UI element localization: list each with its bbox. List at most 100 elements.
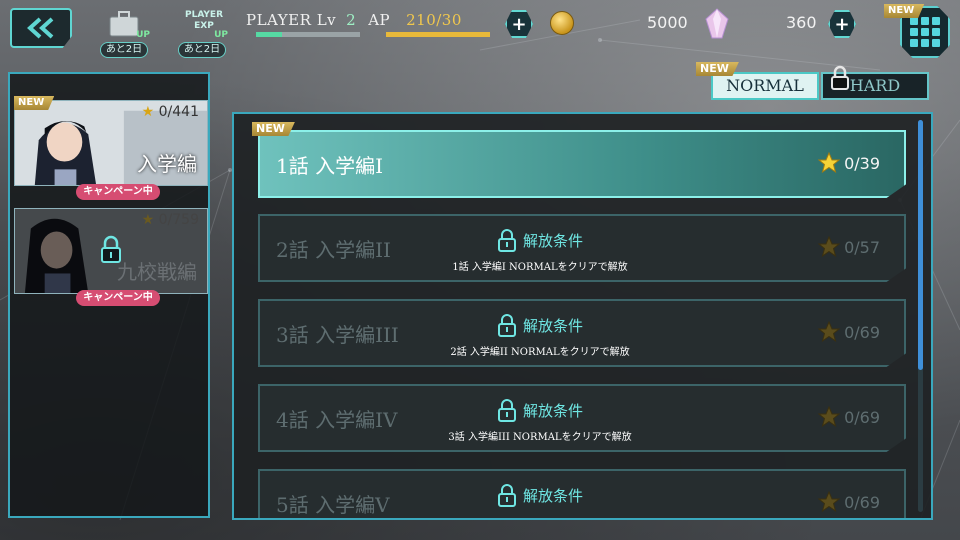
episode-stars-value: 0/69 [844,492,880,512]
unlock-condition-label: 解放条件 [522,486,583,505]
lock-icon [101,235,121,263]
episode-title: 4話 入学編IV [276,408,398,432]
unlock-condition-label: 解放条件 [522,231,583,250]
plus-icon: + [511,13,527,35]
menu-grid-dot [910,28,918,36]
lock-icon [497,484,516,507]
episode-stars: 0/57 [818,236,880,258]
episode-1[interactable]: 1話 入学編I 0/39 [258,130,906,198]
exp-boost[interactable]: PLAYER EXP UP あと2日 [172,10,232,58]
arc-title: 九校戦編 [117,260,197,284]
episode-5[interactable]: 5話 入学編V 解放条件 0/69 [258,469,906,518]
up-indicator: UP [136,30,150,40]
menu-grid-dot [921,28,929,36]
episode-2[interactable]: 2話 入学編II 解放条件 1話 入学編I NORMALをクリアで解放 0/57 [258,214,906,282]
unlock-condition-text: 1話 入学編I NORMALをクリアで解放 [452,262,628,273]
tab-normal-label: NORMAL [726,76,804,95]
normal-new-badge: NEW [696,62,739,76]
arc-stars-value: 0/441 [158,104,199,120]
arc-title: 入学編 [137,152,197,176]
menu-grid-dot [921,17,929,25]
episode-stars: 0/69 [818,321,880,343]
episode-stars: 0/39 [818,152,880,174]
episode-stars-value: 0/39 [844,153,880,173]
menu-grid-dot [932,17,940,25]
item-boost[interactable]: UP あと2日 [94,10,154,58]
unlock-condition-title: 解放条件 [420,228,660,252]
episode-stars: 0/69 [818,491,880,513]
unlock-condition: 解放条件 [420,483,660,507]
up-indicator: UP [214,30,228,40]
gem-icon [705,8,729,39]
star-icon [818,236,841,258]
tab-hard[interactable]: HARD [821,65,929,100]
player-level: 2 [346,11,357,29]
menu-grid-dot [932,39,940,47]
gem-count: 360 [786,13,817,32]
campaign-badge: キャンペーン中 [76,290,160,306]
money-count: 5000 [647,13,688,32]
arc-list-panel: ★ 0/441 入学編 NEW キャンペーン中 ★ 0/759 九校戦編 キャン… [8,72,210,518]
star-icon: ★ [141,104,155,120]
star-icon: ★ [141,212,155,228]
unlock-condition-title: 解放条件 [420,313,660,337]
episode-stars-value: 0/69 [844,322,880,342]
unlock-condition-text: 3話 入学編III NORMALをクリアで解放 [448,432,632,443]
episode-stars-value: 0/57 [844,237,880,257]
episode-stars-value: 0/69 [844,407,880,427]
unlock-condition-label: 解放条件 [522,316,583,335]
arc-stars-value: 0/759 [158,212,199,228]
unlock-condition-title: 解放条件 [420,398,660,422]
star-icon [818,406,841,428]
arc-card-kyukousen[interactable]: ★ 0/759 九校戦編 [14,208,208,294]
unlock-condition-label: 解放条件 [522,401,583,420]
ap-value: 210/30 [406,11,462,29]
coin-icon [550,11,574,35]
exp-progress-bar [256,32,360,37]
item-boost-remaining: あと2日 [100,42,148,58]
double-chevron-left-icon [27,17,54,39]
menu-grid-dot [910,39,918,47]
unlock-condition-title: 解放条件 [420,483,660,507]
tab-hard-label: HARD [849,76,901,95]
tab-normal[interactable]: NORMAL [711,72,819,100]
menu-grid-icon [910,17,918,25]
episode-scrollbar[interactable] [918,120,923,512]
ap-progress-fill [386,32,490,37]
lock-icon [497,399,516,422]
episode-new-badge: NEW [252,122,295,136]
episode-title: 3話 入学編III [276,323,399,347]
star-icon [818,152,841,174]
menu-new-badge: NEW [884,4,925,18]
exp-boost-remaining: あと2日 [178,42,226,58]
campaign-badge: キャンペーン中 [76,184,160,200]
player-level-label: PLAYER Lv [246,11,337,29]
arc-stars: ★ 0/441 [142,104,199,120]
menu-grid-dot [921,39,929,47]
episode-stars: 0/69 [818,406,880,428]
episode-title: 1話 入学編I [276,154,383,178]
star-icon [818,321,841,343]
unlock-condition: 解放条件 2話 入学編II NORMALをクリアで解放 [420,313,660,358]
exp-boost-text: PLAYER EXP [184,10,224,31]
back-button[interactable] [10,8,72,48]
episode-title: 2話 入学編II [276,238,391,262]
episode-list-panel: 1話 入学編I 0/39 2話 入学編II 解放条件 1話 入学編I NORMA… [232,112,933,520]
arc-stars: ★ 0/759 [142,212,199,228]
plus-icon: + [834,13,850,35]
lock-icon [831,65,849,90]
menu-grid-dot [932,28,940,36]
exp-progress-fill [256,32,282,37]
unlock-condition: 解放条件 1話 入学編I NORMALをクリアで解放 [420,228,660,273]
episode-title: 5話 入学編V [276,493,390,517]
unlock-condition: 解放条件 3話 入学編III NORMALをクリアで解放 [420,398,660,443]
star-icon [818,491,841,513]
episode-3[interactable]: 3話 入学編III 解放条件 2話 入学編II NORMALをクリアで解放 0/… [258,299,906,367]
unlock-condition-text: 2話 入学編II NORMALをクリアで解放 [450,347,630,358]
arc-card-nyugaku[interactable]: ★ 0/441 入学編 [14,100,208,186]
episode-4[interactable]: 4話 入学編IV 解放条件 3話 入学編III NORMALをクリアで解放 0/… [258,384,906,452]
lock-icon [497,314,516,337]
ap-label: AP [368,11,391,29]
scrollbar-thumb[interactable] [918,120,923,370]
ap-progress-bar [386,32,490,37]
